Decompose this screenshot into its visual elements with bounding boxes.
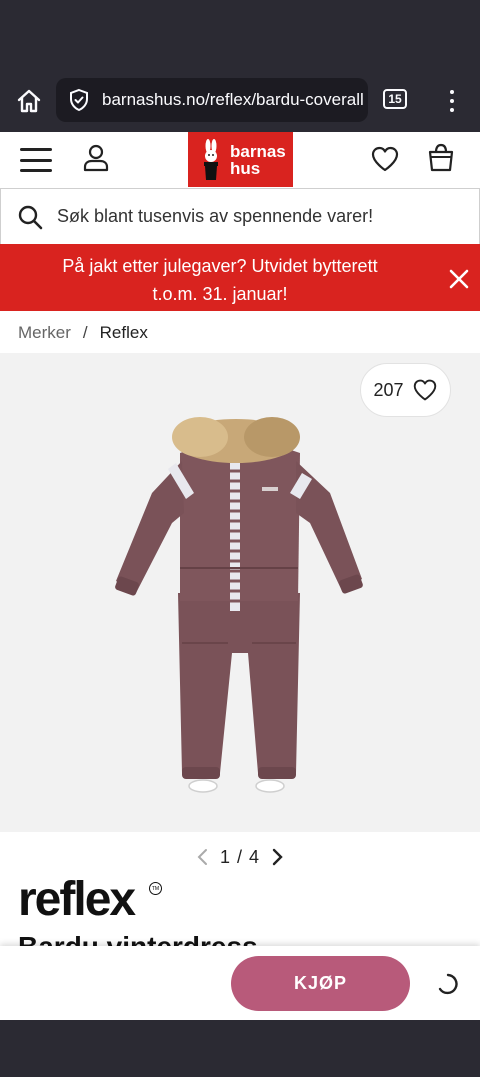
product-image-gallery[interactable]: 207: [0, 353, 480, 832]
url-text: barnashus.no/reflex/bardu-coverall: [102, 90, 364, 109]
browser-menu-icon[interactable]: [442, 86, 462, 116]
promo-text: På jakt etter julegaver? Utvidet byttere…: [62, 256, 378, 304]
menu-icon[interactable]: [20, 148, 52, 172]
search-placeholder: Søk blant tusenvis av spennende varer!: [57, 206, 374, 226]
user-icon[interactable]: [82, 143, 110, 173]
wishlist-heart-icon[interactable]: [370, 145, 400, 173]
tabs-button[interactable]: 15: [383, 89, 407, 109]
loading-spinner-icon: [436, 972, 460, 996]
brand-name: reflex: [18, 873, 136, 926]
logo-text-line1: barnas: [230, 141, 286, 161]
product-image-snowsuit: [115, 417, 363, 793]
shield-icon[interactable]: [66, 87, 92, 113]
close-icon[interactable]: [448, 268, 470, 290]
trademark-icon: TM: [149, 882, 162, 895]
search-icon: [18, 205, 43, 229]
favorite-count: 207: [373, 379, 404, 400]
breadcrumb: Merker / Reflex: [18, 323, 148, 343]
promo-banner: På jakt etter julegaver? Utvidet byttere…: [0, 244, 480, 311]
pager-text: 1 / 4: [219, 846, 261, 867]
heart-icon: [413, 379, 436, 401]
status-bar: [0, 0, 480, 70]
brand-logo[interactable]: reflex TM: [18, 873, 162, 926]
breadcrumb-item-reflex[interactable]: Reflex: [100, 323, 148, 343]
search-input[interactable]: Søk blant tusenvis av spennende varer!: [0, 188, 480, 245]
buy-button[interactable]: KJØP: [231, 956, 410, 1011]
logo-text-line2: hus: [230, 158, 261, 178]
favorite-button[interactable]: 207: [360, 363, 451, 417]
system-navigation-bar: [0, 1020, 480, 1077]
shopping-bag-icon[interactable]: [427, 143, 455, 173]
chevron-left-icon[interactable]: [196, 848, 210, 866]
home-icon[interactable]: [12, 84, 46, 118]
chevron-right-icon[interactable]: [270, 848, 284, 866]
breadcrumb-item-merker[interactable]: Merker: [18, 323, 71, 343]
site-logo[interactable]: barnas hus: [188, 132, 293, 187]
image-pager: 1 / 4: [0, 844, 480, 870]
rabbit-logo-icon: [204, 138, 218, 180]
product-title: Bardu vinterdress: [18, 933, 258, 947]
url-bar[interactable]: barnashus.no/reflex/bardu-coverall: [56, 78, 368, 122]
breadcrumb-separator: /: [82, 323, 88, 342]
